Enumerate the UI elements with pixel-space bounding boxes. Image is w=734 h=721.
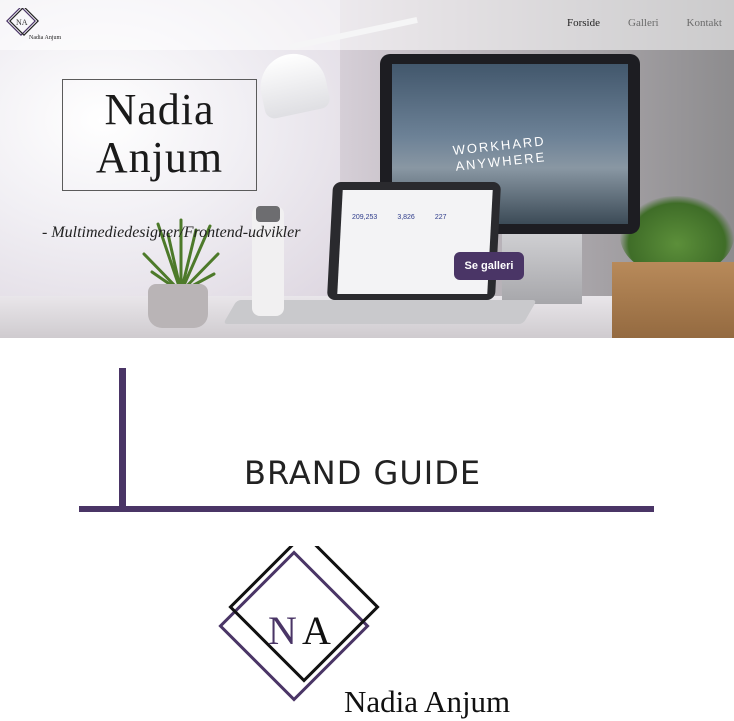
brand-guide-vertical-rule <box>119 368 126 506</box>
laptop-stat: 227 <box>434 214 447 221</box>
hero-name-box: Nadia Anjum <box>62 79 257 191</box>
hero-section: WORKHARD ANYWHERE 209,253 3,826 227 NA N… <box>0 0 734 338</box>
plant-pot <box>148 284 208 328</box>
main-nav: Forside Galleri Kontakt <box>567 17 722 29</box>
logo-wordmark: Nadia Anjum <box>344 684 510 719</box>
brand-logo-large-icon: N A Nadia Anjum <box>218 546 510 719</box>
nav-link-kontakt[interactable]: Kontakt <box>687 17 722 29</box>
logo-initials: NA <box>16 18 28 27</box>
logo-initial-n: N <box>268 608 297 653</box>
hero-name-first: Nadia <box>104 85 215 134</box>
hero-tagline: - Multimediedesigner/Frontend-udvikler <box>42 224 301 241</box>
laptop-stat: 209,253 <box>352 214 378 221</box>
bottle-cap <box>256 206 280 222</box>
nav-link-galleri[interactable]: Galleri <box>628 17 659 29</box>
logo-name: Nadia Anjum <box>29 35 61 41</box>
brand-guide-horizontal-rule <box>79 506 654 512</box>
water-bottle <box>252 206 284 316</box>
navbar: NA Nadia Anjum Forside Galleri Kontakt <box>0 0 734 50</box>
logo-initial-a: A <box>302 608 331 653</box>
plant-box <box>612 262 734 338</box>
laptop-stat: 3,826 <box>397 214 415 221</box>
hero-name-last: Anjum <box>95 133 224 182</box>
see-gallery-button[interactable]: Se galleri <box>454 252 524 280</box>
brand-logo-icon[interactable]: NA Nadia Anjum <box>6 8 70 44</box>
brand-guide-title: BRAND GUIDE <box>244 454 482 492</box>
laptop-stats: 209,253 3,826 227 <box>352 214 447 221</box>
nav-link-forside[interactable]: Forside <box>567 17 600 29</box>
